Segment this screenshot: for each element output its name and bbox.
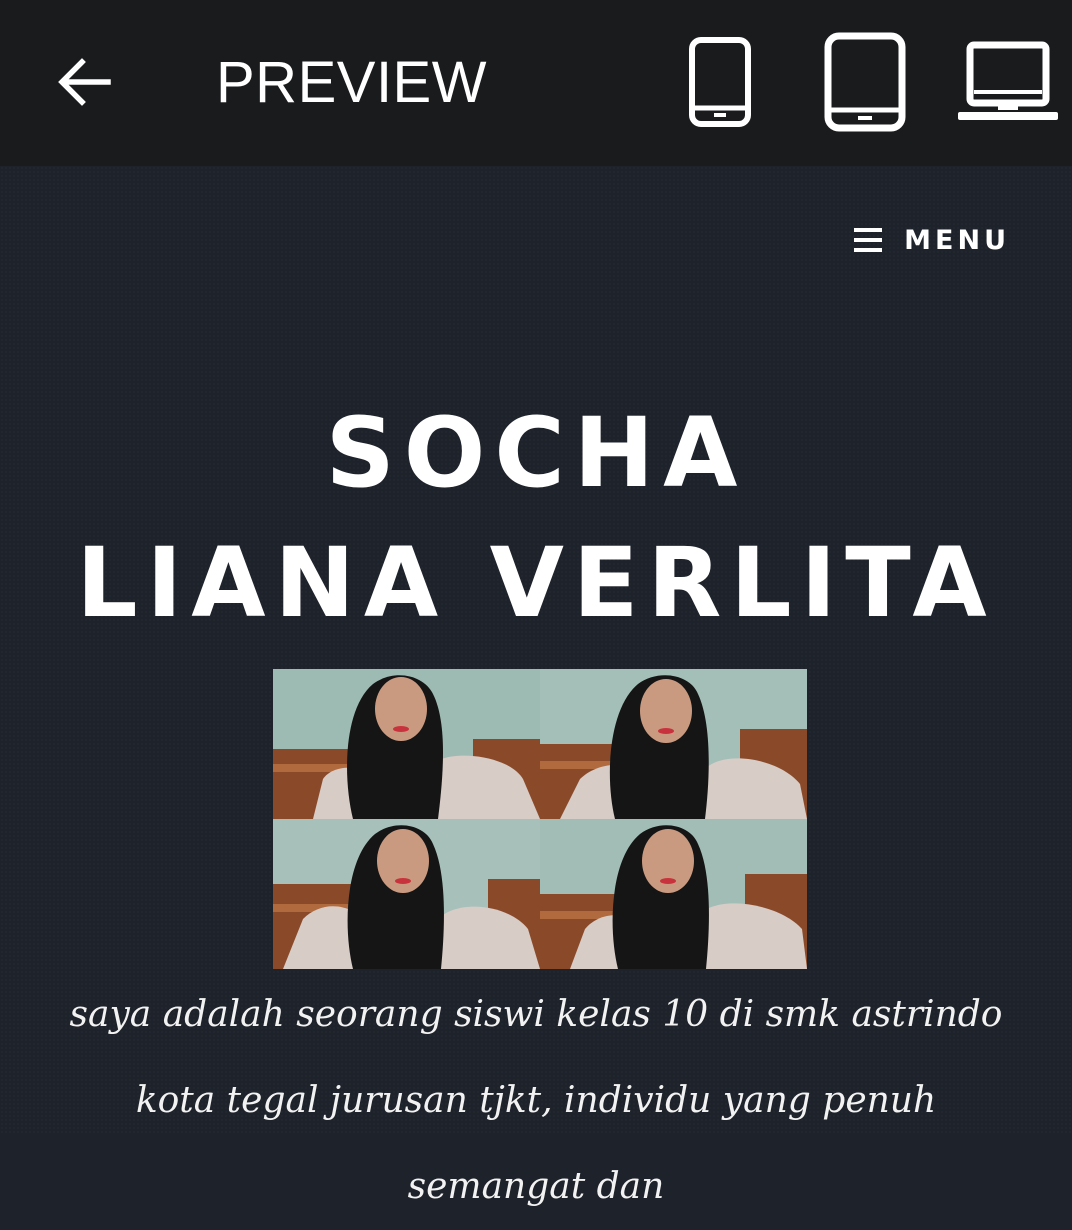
desktop-preview-button[interactable]: [956, 40, 1060, 124]
preview-toolbar: PREVIEW: [0, 0, 1072, 166]
back-button[interactable]: [52, 50, 116, 114]
site-title-line-1: SOCHA: [325, 397, 747, 509]
arrow-left-icon: [58, 58, 111, 106]
tablet-icon: [824, 32, 906, 132]
tablet-preview-button[interactable]: [824, 32, 906, 132]
phone-preview-button[interactable]: [688, 36, 752, 128]
site-title[interactable]: SOCHA LIANA VERLITA: [0, 388, 1072, 648]
profile-photo-collage: [273, 669, 807, 969]
laptop-icon: [958, 41, 1058, 120]
site-preview: MENU SOCHA LIANA VERLITA saya adalah seo…: [0, 166, 1072, 1207]
profile-photo: [540, 669, 807, 819]
preview-title: PREVIEW: [216, 50, 487, 115]
smartphone-icon: [689, 37, 751, 127]
menu-label: MENU: [904, 224, 1010, 256]
site-title-line-2: LIANA VERLITA: [76, 527, 996, 639]
profile-photo: [540, 819, 807, 969]
profile-photo: [273, 819, 540, 969]
hamburger-icon: [854, 228, 883, 252]
bio-paragraph: saya adalah seorang siswi kelas 10 di sm…: [69, 994, 1003, 1207]
profile-photo: [273, 669, 540, 819]
menu-button[interactable]: MENU: [854, 222, 1010, 258]
